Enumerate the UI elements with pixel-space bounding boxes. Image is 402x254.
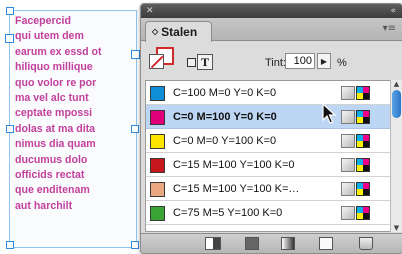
cmyk-mode-icon	[356, 86, 370, 100]
text-line: Facepercid	[15, 15, 71, 27]
text-line: qui utem dem	[15, 30, 84, 43]
frame-handle-bottom-left[interactable]	[6, 241, 14, 249]
cmyk-quadrant	[363, 141, 369, 147]
tab-stalen[interactable]: ◇ Stalen	[145, 21, 213, 42]
cmyk-mode-icon	[356, 182, 370, 196]
tint-slider-button[interactable]: ▶	[317, 53, 331, 69]
tab-modified-dot-icon: ◇	[152, 27, 159, 36]
text-frame[interactable]: Facepercid qui utem dem earum ex essd ot hi…	[9, 10, 137, 248]
cmyk-quadrant	[363, 189, 369, 195]
cmyk-quadrant	[363, 117, 369, 123]
scroll-up-icon[interactable]: ▲	[392, 80, 401, 88]
swatch-list-scrollbar[interactable]: ▲ ▼	[390, 80, 402, 232]
cmyk-mode-icon	[356, 110, 370, 124]
text-line: dolas at ma dita	[15, 122, 96, 135]
panel-menu-icon[interactable]: ▾≡	[383, 23, 396, 34]
swatch-row[interactable]: C=100 M=0 Y=0 K=0	[146, 81, 390, 105]
cmyk-quadrant	[363, 213, 369, 219]
process-color-icon	[341, 182, 355, 196]
panel-bottom-bar	[141, 233, 402, 253]
delete-swatch-icon[interactable]	[359, 237, 373, 250]
text-line: ceptate mpossi	[15, 107, 93, 120]
text-line: quo volor re por	[15, 76, 97, 89]
cmyk-mode-icon	[356, 134, 370, 148]
text-line: nimus dia quam	[15, 138, 96, 151]
tint-unit: %	[337, 57, 347, 69]
process-color-icon	[341, 206, 355, 220]
process-color-icon	[341, 86, 355, 100]
text-line: que enditenam	[15, 184, 90, 197]
swatch-color-chip	[150, 206, 165, 221]
process-color-icon	[341, 110, 355, 124]
frame-out-port[interactable]	[131, 50, 140, 59]
fill-stroke-icon[interactable]	[149, 47, 174, 69]
swatch-name: C=100 M=0 Y=0 K=0	[173, 87, 277, 99]
swatch-color-chip	[150, 182, 165, 197]
text-line: ducumus dolo	[15, 153, 88, 166]
show-gradient-swatches-icon[interactable]	[281, 237, 295, 250]
new-swatch-icon[interactable]	[319, 237, 333, 250]
cmyk-mode-icon	[356, 158, 370, 172]
swatch-color-chip	[150, 86, 165, 101]
text-frame-content[interactable]: Facepercid qui utem dem earum ex essd ot hi…	[15, 14, 139, 214]
swatch-row[interactable]: C=0 M=0 Y=100 K=0	[146, 129, 390, 153]
swatch-name: C=15 M=100 Y=100 K=…	[173, 183, 300, 195]
frame-in-port[interactable]	[5, 34, 14, 43]
tint-input[interactable]	[285, 53, 315, 69]
text-line: aut harchilt	[15, 199, 73, 212]
swatch-name: C=0 M=100 Y=0 K=0	[173, 111, 277, 123]
swatch-color-chip	[150, 158, 165, 173]
frame-handle-bottom-right[interactable]	[131, 241, 139, 249]
panel-titlebar[interactable]: ✕ «	[141, 4, 402, 18]
swatch-list[interactable]: C=100 M=0 Y=0 K=0 C=0 M=100 Y=0 K=0 C=0 M=…	[145, 80, 391, 232]
swatch-color-chip	[150, 110, 165, 125]
text-line: ma vel alc tunt	[15, 91, 89, 104]
fill-swatch-icon[interactable]	[149, 54, 164, 69]
show-all-swatches-icon[interactable]	[205, 237, 221, 250]
formatting-text-button[interactable]: T	[197, 54, 213, 70]
frame-handle-top-left[interactable]	[6, 7, 14, 15]
tint-label: Tint:	[265, 57, 286, 69]
swatch-row[interactable]: C=0 M=100 Y=0 K=0	[146, 105, 390, 129]
show-color-swatches-icon[interactable]	[245, 237, 259, 250]
process-color-icon	[341, 134, 355, 148]
text-line: officids rectat	[15, 168, 85, 181]
swatch-name: C=75 M=5 Y=100 K=0	[173, 207, 283, 219]
swatches-panel: ✕ « ◇Stalen ▾≡ T Tint: ▶ % C=100 M=0 Y=0…	[140, 3, 402, 254]
frame-handle-middle-left[interactable]	[6, 125, 14, 133]
swatch-row[interactable]: C=75 M=5 Y=100 K=0	[146, 201, 390, 225]
tab-stalen-label: Stalen	[161, 25, 198, 39]
swatch-color-chip	[150, 134, 165, 149]
swatch-name: C=15 M=100 Y=100 K=0	[173, 159, 295, 171]
cmyk-mode-icon	[356, 206, 370, 220]
frame-handle-middle-right[interactable]	[131, 125, 139, 133]
panel-tab-row: ◇ Stalen ▾≡	[141, 18, 402, 42]
process-color-icon	[341, 158, 355, 172]
scroll-thumb[interactable]	[392, 90, 401, 118]
formatting-container-icon[interactable]	[187, 58, 196, 67]
mouse-cursor-icon	[322, 103, 337, 124]
scroll-down-icon[interactable]: ▼	[392, 224, 401, 232]
collapse-icon[interactable]: «	[390, 6, 396, 16]
swatch-name: C=0 M=0 Y=100 K=0	[173, 135, 277, 147]
swatch-row[interactable]: C=15 M=100 Y=100 K=…	[146, 177, 390, 201]
text-line: hiliquo millique	[15, 61, 93, 74]
cmyk-quadrant	[363, 165, 369, 171]
cmyk-quadrant	[363, 93, 369, 99]
swatch-row[interactable]: C=15 M=100 Y=100 K=0	[146, 153, 390, 177]
close-icon[interactable]: ✕	[146, 6, 154, 16]
swatch-toolbar: T Tint: ▶ %	[141, 41, 402, 79]
text-line: earum ex essd ot	[15, 45, 102, 58]
